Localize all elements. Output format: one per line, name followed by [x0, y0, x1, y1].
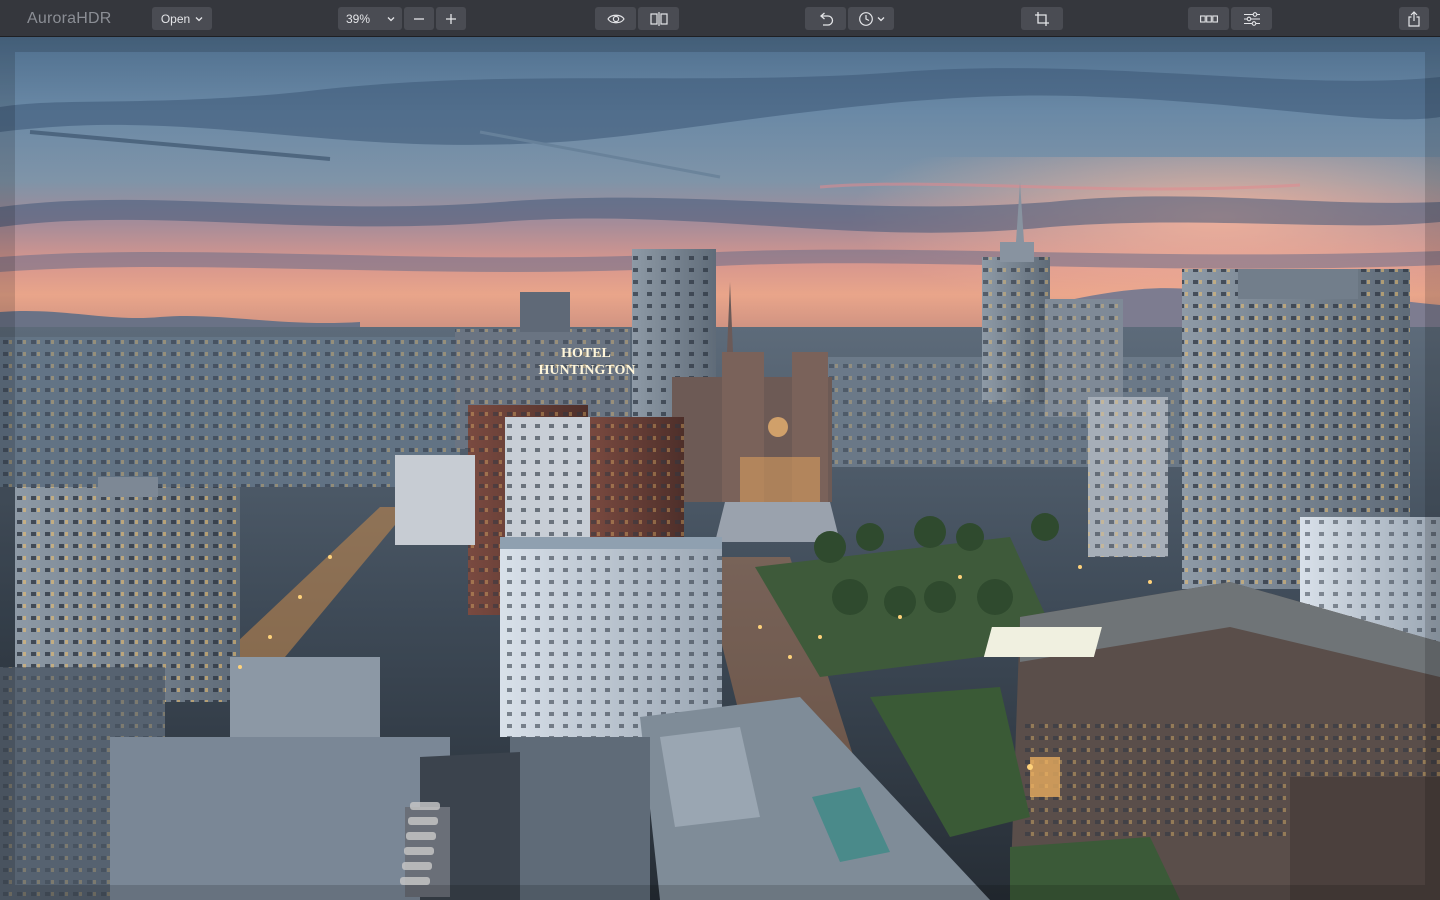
zoom-level-value: 39% [346, 11, 371, 26]
white-building-front [500, 537, 722, 737]
crop-button[interactable] [1021, 7, 1063, 30]
zoom-in-button[interactable] [436, 7, 466, 30]
chevron-down-icon [195, 16, 203, 22]
filmstrip-icon [1199, 14, 1218, 23]
zoom-level-select[interactable]: 39% [338, 7, 402, 30]
chevron-down-icon [877, 16, 885, 22]
hotel-sign-line2: HUNTINGTON [539, 363, 636, 378]
open-button-label: Open [160, 11, 191, 26]
gray-block [395, 455, 475, 545]
clock-icon [858, 11, 874, 27]
share-icon [1407, 10, 1421, 27]
zoom-controls: 39% [338, 7, 466, 30]
plus-icon [445, 13, 457, 25]
panel-controls [1188, 7, 1272, 30]
history-button[interactable] [848, 7, 894, 30]
chevron-down-icon [387, 16, 395, 22]
adjustments-button[interactable] [1231, 7, 1272, 30]
rooftop-lower-left [110, 737, 450, 900]
aurora-hdr-window: AuroraHDR Open 39% HOTEL HUNTINGTON [0, 0, 1440, 900]
hotel-sign-line1: HOTEL [561, 346, 611, 361]
share-button[interactable] [1399, 7, 1429, 30]
split-compare-icon [649, 11, 668, 26]
open-button[interactable]: Open [152, 7, 212, 30]
image-canvas[interactable]: HOTEL HUNTINGTON [0, 37, 1440, 900]
preview-toggle-button[interactable] [595, 7, 636, 30]
crop-icon [1034, 11, 1050, 27]
sliders-icon [1243, 11, 1261, 26]
zoom-out-button[interactable] [404, 7, 434, 30]
top-toolbar: AuroraHDR Open 39% [0, 0, 1440, 37]
eye-icon [606, 13, 625, 25]
undo-icon [818, 12, 834, 26]
compare-button[interactable] [638, 7, 679, 30]
app-logo: AuroraHDR [27, 10, 112, 27]
hdr-photo: HOTEL HUNTINGTON [0, 37, 1440, 900]
undo-button[interactable] [805, 7, 846, 30]
minus-icon [413, 13, 425, 25]
filmstrip-button[interactable] [1188, 7, 1229, 30]
history-controls [805, 7, 894, 30]
view-controls [595, 7, 679, 30]
